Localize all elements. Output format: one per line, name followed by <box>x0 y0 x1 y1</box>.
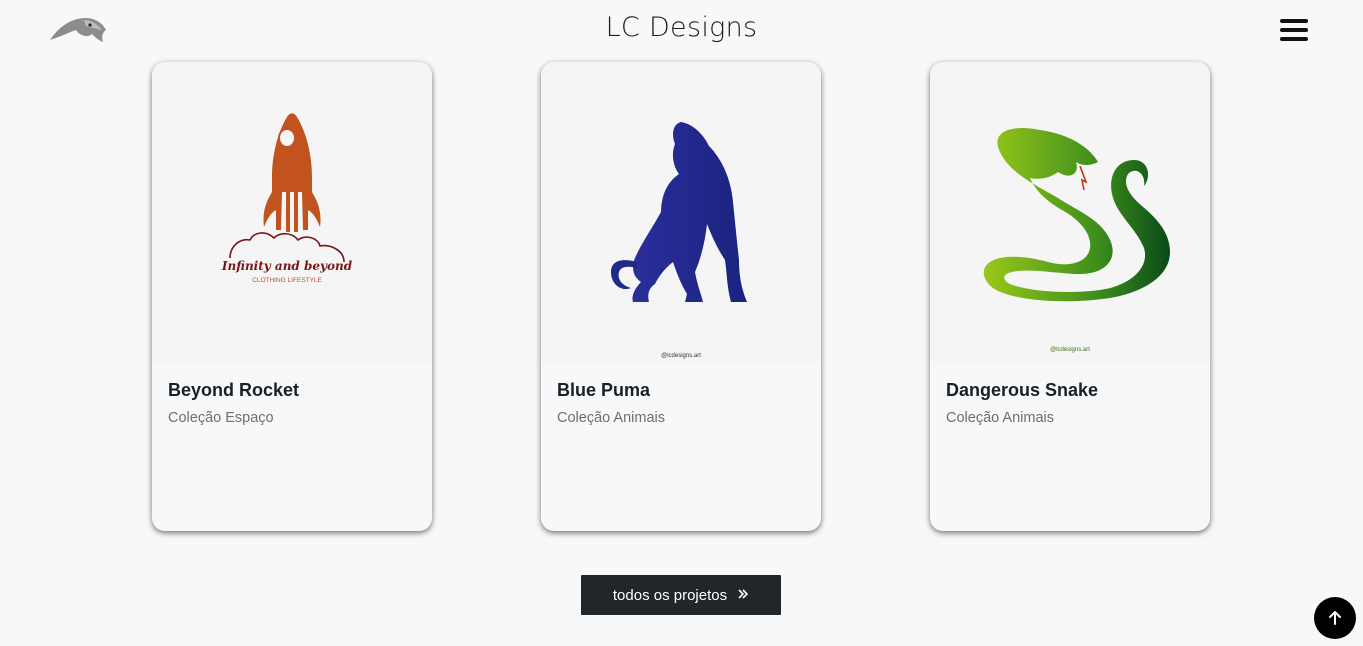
rocket-logo-image: Infinity and beyond CLOTHING LIFESTYLE <box>152 62 432 362</box>
brand-text: LC Designs <box>605 12 758 43</box>
puma-watermark: @lcdesigns.art <box>661 353 701 359</box>
site-header: LC Designs <box>0 0 1363 60</box>
all-projects-button[interactable]: todos os projetos <box>581 575 781 615</box>
project-card-blue-puma[interactable]: @lcdesigns.art Blue Puma Coleção Animais <box>541 62 821 531</box>
card-subtitle: Coleção Animais <box>946 410 1054 426</box>
arrow-up-icon <box>1329 611 1341 625</box>
rocket-logo-text: Infinity and beyond <box>221 259 353 273</box>
all-projects-label: todos os projetos <box>612 586 728 604</box>
rocket-logo-subtext: CLOTHING LIFESTYLE <box>252 277 322 284</box>
card-title: Dangerous Snake <box>946 380 1099 400</box>
card-subtitle: Coleção Espaço <box>168 410 274 426</box>
snake-illustration-image: @lcdesigns.art <box>930 62 1210 362</box>
project-card-dangerous-snake[interactable]: @lcdesigns.art Dangerous Snake Coleção A… <box>930 62 1210 531</box>
project-card-beyond-rocket[interactable]: Infinity and beyond CLOTHING LIFESTYLE B… <box>152 62 432 531</box>
card-title: Blue Puma <box>557 380 651 400</box>
scroll-to-top-button[interactable] <box>1314 597 1356 639</box>
snake-watermark: @lcdesigns.art <box>1050 347 1090 353</box>
double-chevron-right-icon <box>737 587 749 604</box>
card-subtitle: Coleção Animais <box>557 410 665 426</box>
puma-illustration-image: @lcdesigns.art <box>541 62 821 362</box>
hamburger-menu-icon[interactable] <box>1280 19 1308 41</box>
brand-title[interactable]: LC Designs <box>0 12 1363 43</box>
card-title: Beyond Rocket <box>168 380 300 400</box>
